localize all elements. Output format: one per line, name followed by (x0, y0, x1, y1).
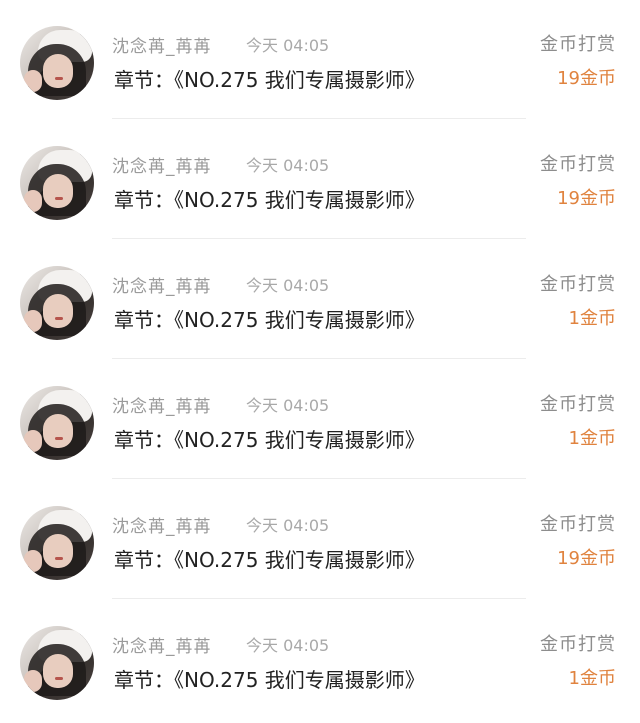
username[interactable]: 沈念苒_苒苒 (112, 272, 212, 297)
avatar-lip-shape (55, 77, 63, 80)
row-divider (112, 478, 526, 479)
avatar-lip-shape (55, 317, 63, 320)
avatar-face-shape (43, 654, 73, 688)
user-avatar[interactable] (20, 506, 94, 580)
row-divider (112, 358, 526, 359)
avatar-face-shape (43, 294, 73, 328)
avatar-face-shape (43, 534, 73, 568)
reward-time: 今天 04:05 (246, 636, 330, 655)
chapter-title: 章节：《NO.275 我们专属摄影师》 (114, 548, 425, 572)
reward-action: 金币打赏 (540, 34, 616, 55)
reward-time: 今天 04:05 (246, 276, 330, 295)
coin-amount: 19金币 (557, 548, 616, 569)
avatar-face-shape (43, 174, 73, 208)
avatar-hand-shape (24, 430, 42, 452)
chapter-title: 章节：《NO.275 我们专属摄影师》 (114, 428, 425, 452)
reward-time: 今天 04:05 (246, 516, 330, 535)
user-avatar[interactable] (20, 26, 94, 100)
reward-list: 沈念苒_苒苒 今天 04:05 章节：《NO.275 我们专属摄影师》 金币打赏… (0, 0, 640, 723)
user-avatar[interactable] (20, 146, 94, 220)
user-avatar[interactable] (20, 266, 94, 340)
row-divider (112, 598, 526, 599)
coin-amount: 1金币 (568, 668, 616, 689)
username[interactable]: 沈念苒_苒苒 (112, 632, 212, 657)
row-divider (112, 118, 526, 119)
reward-action: 金币打赏 (540, 274, 616, 295)
reward-action: 金币打赏 (540, 514, 616, 535)
avatar-lip-shape (55, 557, 63, 560)
reward-action: 金币打赏 (540, 394, 616, 415)
reward-action: 金币打赏 (540, 634, 616, 655)
reward-row[interactable]: 沈念苒_苒苒 今天 04:05 章节：《NO.275 我们专属摄影师》 金币打赏… (0, 600, 640, 719)
reward-row[interactable]: 沈念苒_苒苒 今天 04:05 章节：《NO.275 我们专属摄影师》 金币打赏… (0, 120, 640, 239)
reward-row[interactable]: 沈念苒_苒苒 今天 04:05 章节：《NO.275 我们专属摄影师》 金币打赏… (0, 240, 640, 359)
avatar-hand-shape (24, 190, 42, 212)
coin-amount: 19金币 (557, 188, 616, 209)
username[interactable]: 沈念苒_苒苒 (112, 512, 212, 537)
avatar-lip-shape (55, 197, 63, 200)
chapter-title: 章节：《NO.275 我们专属摄影师》 (114, 308, 425, 332)
avatar-face-shape (43, 54, 73, 88)
avatar-lip-shape (55, 677, 63, 680)
row-divider (112, 238, 526, 239)
coin-amount: 1金币 (568, 308, 616, 329)
reward-row[interactable]: 沈念苒_苒苒 今天 04:05 章节：《NO.275 我们专属摄影师》 金币打赏… (0, 360, 640, 479)
avatar-hand-shape (24, 670, 42, 692)
reward-row[interactable]: 沈念苒_苒苒 今天 04:05 章节：《NO.275 我们专属摄影师》 金币打赏… (0, 480, 640, 599)
username[interactable]: 沈念苒_苒苒 (112, 32, 212, 57)
reward-row[interactable]: 沈念苒_苒苒 今天 04:05 章节：《NO.275 我们专属摄影师》 金币打赏… (0, 0, 640, 119)
avatar-lip-shape (55, 437, 63, 440)
reward-time: 今天 04:05 (246, 396, 330, 415)
avatar-hand-shape (24, 550, 42, 572)
avatar-hand-shape (24, 310, 42, 332)
username[interactable]: 沈念苒_苒苒 (112, 152, 212, 177)
reward-action: 金币打赏 (540, 154, 616, 175)
reward-time: 今天 04:05 (246, 156, 330, 175)
username[interactable]: 沈念苒_苒苒 (112, 392, 212, 417)
user-avatar[interactable] (20, 626, 94, 700)
chapter-title: 章节：《NO.275 我们专属摄影师》 (114, 68, 425, 92)
reward-time: 今天 04:05 (246, 36, 330, 55)
avatar-hand-shape (24, 70, 42, 92)
coin-amount: 19金币 (557, 68, 616, 89)
chapter-title: 章节：《NO.275 我们专属摄影师》 (114, 668, 425, 692)
avatar-face-shape (43, 414, 73, 448)
user-avatar[interactable] (20, 386, 94, 460)
coin-amount: 1金币 (568, 428, 616, 449)
chapter-title: 章节：《NO.275 我们专属摄影师》 (114, 188, 425, 212)
